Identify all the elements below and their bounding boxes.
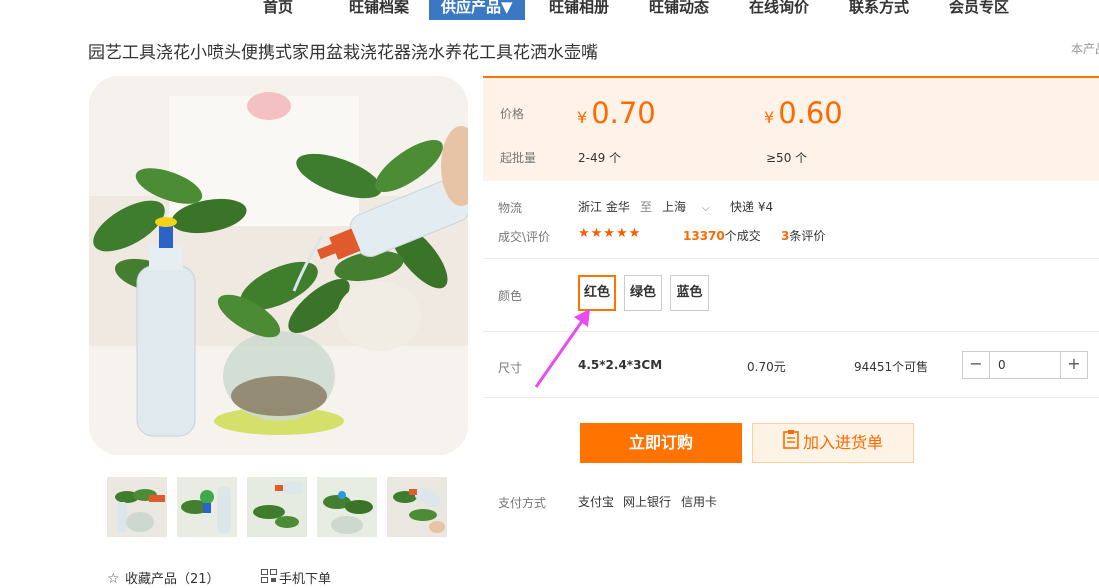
currency-symbol: ¥ <box>577 108 588 127</box>
quantity-input[interactable] <box>989 352 1061 378</box>
deals-count-link[interactable]: 13370个成交 <box>683 227 761 244</box>
deals-suffix: 个成交 <box>724 229 761 243</box>
payment-online-bank: 网上银行 <box>623 495 672 509</box>
star-icon: ☆ <box>107 571 120 587</box>
reviews-label: 成交\评价 <box>498 230 551 244</box>
deals-count: 13370 <box>683 229 725 243</box>
thumbnail-3-image <box>247 477 307 537</box>
divider <box>483 397 1099 398</box>
logistics-label: 物流 <box>498 201 523 215</box>
buy-now-button[interactable]: 立即订购 <box>580 423 742 463</box>
quantity-stepper: − + <box>962 351 1088 379</box>
main-product-image[interactable] <box>89 76 468 455</box>
price-tier-2-value: 0.60 <box>778 96 843 130</box>
thumbnail-4[interactable] <box>317 477 377 537</box>
corner-text[interactable]: 本产品 <box>1071 40 1099 57</box>
rating-stars: ★★★★★ <box>578 226 642 241</box>
price-tier-2: ¥0.60 <box>764 96 843 130</box>
logistics-destination: 上海 <box>662 200 687 214</box>
moq-tier-1: 2-49 个 <box>578 151 622 165</box>
logistics-from: 浙江 金华 <box>578 200 630 214</box>
thumbnail-2[interactable] <box>177 477 237 537</box>
nav-item-profile[interactable]: 旺铺档案 <box>349 0 409 20</box>
add-to-cart-label: 加入进货单 <box>802 433 883 452</box>
nav-item-home[interactable]: 首页 <box>263 0 293 20</box>
nav-item-products[interactable]: 供应产品▼ <box>429 0 525 20</box>
product-photo-illustration <box>89 76 468 455</box>
thumbnail-1-image <box>107 477 167 537</box>
size-price: 0.70元 <box>747 360 786 374</box>
review-count-link[interactable]: 3条评价 <box>781 227 825 244</box>
thumbnail-2-image <box>177 477 237 537</box>
top-nav: 首页 旺铺档案 供应产品▼ 旺铺相册 旺铺动态 在线询价 联系方式 会员专区 <box>0 0 1099 20</box>
minus-icon[interactable]: − <box>963 352 989 378</box>
divider <box>483 258 1099 259</box>
payment-alipay: 支付宝 <box>578 495 615 509</box>
review-suffix: 条评价 <box>789 229 826 243</box>
price-box: 价格 ¥0.70 ¥0.60 起批量 2-49 个 ≥50 个 <box>483 76 1099 181</box>
thumbnail-1[interactable] <box>107 477 167 537</box>
add-to-cart-button[interactable]: 加入进货单 <box>752 423 914 463</box>
clipboard-icon-svg <box>783 429 799 449</box>
payment-label: 支付方式 <box>498 496 547 510</box>
nav-item-contact[interactable]: 联系方式 <box>849 0 909 20</box>
shipping-fee: 快递 ¥4 <box>730 200 774 214</box>
qr-code-icon-svg <box>261 569 277 583</box>
mobile-order-link[interactable]: 手机下单 <box>261 568 331 587</box>
nav-item-album[interactable]: 旺铺相册 <box>549 0 609 20</box>
qr-code-icon <box>261 569 279 587</box>
logistics-to-word: 至 <box>640 200 653 214</box>
currency-symbol: ¥ <box>764 108 775 127</box>
price-tier-1: ¥0.70 <box>577 96 656 130</box>
mobile-order-label: 手机下单 <box>279 572 332 587</box>
thumbnail-5-image <box>387 477 447 537</box>
thumbnail-3[interactable] <box>247 477 307 537</box>
nav-item-inquiry[interactable]: 在线询价 <box>749 0 809 20</box>
color-option-blue[interactable]: 蓝色 <box>670 275 709 311</box>
price-label: 价格 <box>500 107 525 121</box>
price-tier-1-value: 0.70 <box>591 96 656 130</box>
favorite-link[interactable]: ☆ 收藏产品（21） <box>107 568 220 587</box>
favorite-label: 收藏产品（21） <box>125 572 220 587</box>
plus-icon[interactable]: + <box>1061 352 1087 378</box>
annotation-arrow <box>534 309 590 388</box>
logistics-destination-select[interactable]: 上海 ⌵ <box>662 198 709 215</box>
thumbnail-4-image <box>317 477 377 537</box>
size-label: 尺寸 <box>498 361 523 375</box>
nav-item-member[interactable]: 会员专区 <box>949 0 1009 20</box>
thumbnail-5[interactable] <box>387 477 447 537</box>
nav-item-news[interactable]: 旺铺动态 <box>649 0 709 20</box>
color-label: 颜色 <box>498 289 523 303</box>
moq-tier-2: ≥50 个 <box>766 151 808 165</box>
down-arrow-icon: ⌵ <box>701 203 710 214</box>
moq-label: 起批量 <box>500 151 537 165</box>
product-title: 园艺工具浇花小喷头便携式家用盆栽浇花器浇水养花工具花洒水壶嘴 <box>88 43 598 63</box>
payment-credit-card: 信用卡 <box>681 495 718 509</box>
color-option-green[interactable]: 绿色 <box>624 275 662 311</box>
stock-available: 94451个可售 <box>854 360 929 374</box>
clipboard-icon <box>783 425 799 463</box>
